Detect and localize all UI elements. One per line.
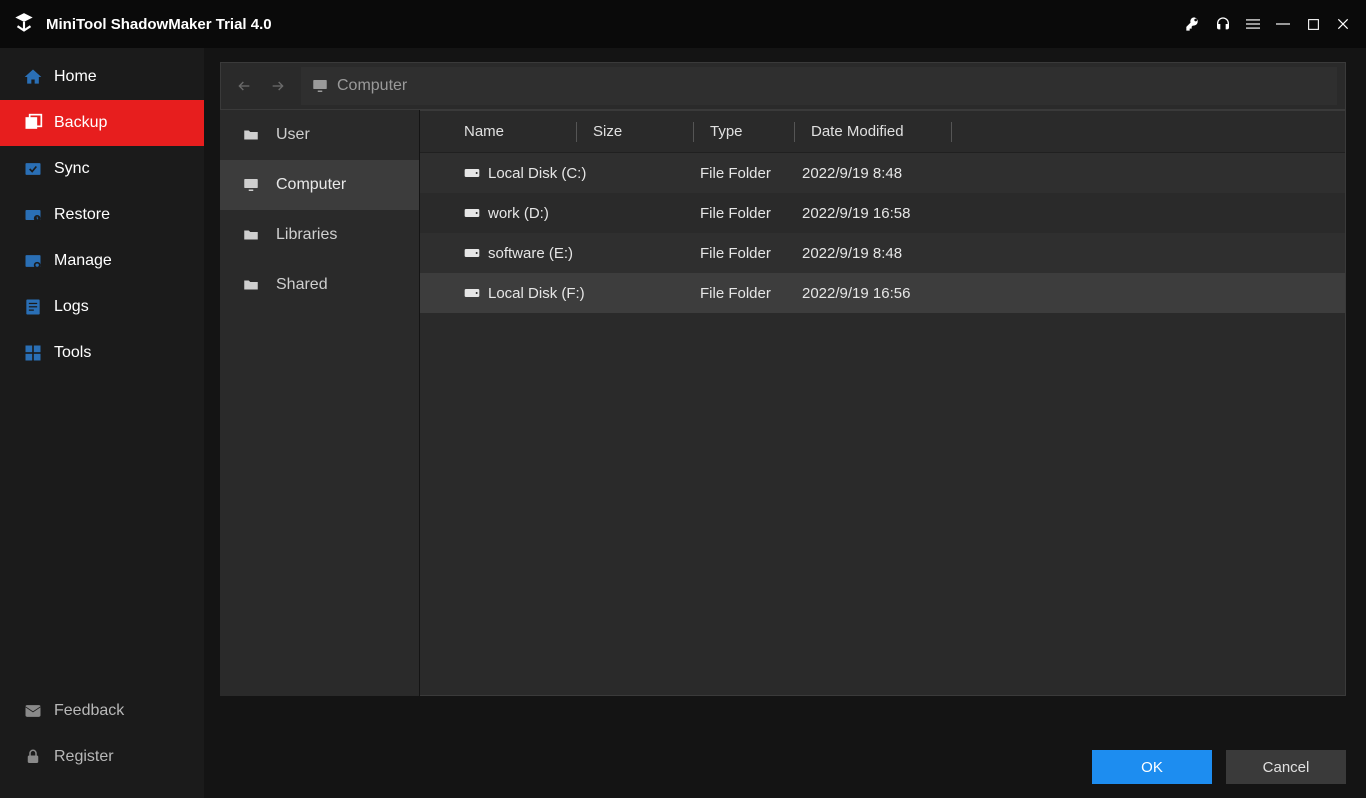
nav-forward-button[interactable] [261,69,295,103]
disk-icon [464,247,480,259]
logs-icon [22,296,44,318]
breadcrumb[interactable]: Computer [301,67,1337,105]
file-name: Local Disk (F:) [488,285,585,302]
location-label: User [276,126,310,144]
sidebar-item-label: Register [54,748,114,766]
file-date: 2022/9/19 8:48 [802,165,1345,182]
location-item-shared[interactable]: Shared [220,260,419,310]
file-type: File Folder [700,205,802,222]
location-item-libraries[interactable]: Libraries [220,210,419,260]
disk-icon [464,207,480,219]
file-list-header: Name Size Type Date Modified [420,111,1345,153]
disk-icon [464,167,480,179]
table-row[interactable]: software (E:) File Folder2022/9/19 8:48 [420,233,1345,273]
table-row[interactable]: work (D:) File Folder2022/9/19 16:58 [420,193,1345,233]
location-label: Libraries [276,226,337,244]
sidebar-item-restore[interactable]: Restore [0,192,204,238]
monitor-icon [311,77,329,95]
home-icon [22,66,44,88]
col-date[interactable]: Date Modified [811,123,951,140]
disk-icon [464,287,480,299]
file-date: 2022/9/19 16:58 [802,205,1345,222]
title-bar: MiniTool ShadowMaker Trial 4.0 [0,0,1366,48]
file-name: work (D:) [488,205,549,222]
feedback-icon [22,700,44,722]
minimize-button[interactable] [1270,11,1296,37]
monitor-icon [238,176,264,194]
tools-icon [22,342,44,364]
restore-icon [22,204,44,226]
location-item-computer[interactable]: Computer [220,160,419,210]
app-title: MiniTool ShadowMaker Trial 4.0 [46,16,272,33]
file-date: 2022/9/19 8:48 [802,245,1345,262]
backup-icon [22,112,44,134]
sidebar-item-tools[interactable]: Tools [0,330,204,376]
file-date: 2022/9/19 16:56 [802,285,1345,302]
path-bar: Computer [220,62,1346,110]
close-button[interactable] [1330,11,1356,37]
footer-buttons: OK Cancel [1092,750,1346,784]
sidebar-item-backup[interactable]: Backup [0,100,204,146]
headset-icon[interactable] [1210,11,1236,37]
menu-icon[interactable] [1240,11,1266,37]
folder-user-icon [238,126,264,144]
file-type: File Folder [700,245,802,262]
file-name: software (E:) [488,245,573,262]
nav-back-button[interactable] [227,69,261,103]
manage-icon [22,250,44,272]
file-name: Local Disk (C:) [488,165,586,182]
sidebar-item-label: Manage [54,252,112,270]
sidebar-item-label: Home [54,68,97,86]
file-type: File Folder [700,285,802,302]
sidebar-item-label: Backup [54,114,107,132]
sidebar-item-label: Logs [54,298,89,316]
cancel-button[interactable]: Cancel [1226,750,1346,784]
breadcrumb-label: Computer [337,77,407,95]
sidebar-item-label: Sync [54,160,90,178]
sidebar-item-home[interactable]: Home [0,54,204,100]
file-type: File Folder [700,165,802,182]
sidebar-item-label: Feedback [54,702,124,720]
content-area: Computer User Computer [204,48,1366,798]
sidebar-item-feedback[interactable]: Feedback [0,688,204,734]
col-size[interactable]: Size [593,123,693,140]
sync-icon [22,158,44,180]
file-list: Name Size Type Date Modified Local Disk … [420,110,1346,696]
col-type[interactable]: Type [710,123,794,140]
lock-icon [22,746,44,768]
sidebar: Home Backup Sync Restore Manage [0,48,204,798]
folder-icon [238,226,264,244]
sidebar-item-label: Tools [54,344,91,362]
sidebar-item-manage[interactable]: Manage [0,238,204,284]
table-row[interactable]: Local Disk (F:) File Folder2022/9/19 16:5… [420,273,1345,313]
app-logo-icon [10,10,38,38]
sidebar-item-sync[interactable]: Sync [0,146,204,192]
key-icon[interactable] [1180,11,1206,37]
sidebar-item-label: Restore [54,206,110,224]
sidebar-item-logs[interactable]: Logs [0,284,204,330]
col-name[interactable]: Name [420,123,576,140]
sidebar-item-register[interactable]: Register [0,734,204,780]
table-row[interactable]: Local Disk (C:) File Folder2022/9/19 8:48 [420,153,1345,193]
folder-icon [238,276,264,294]
location-label: Computer [276,176,346,194]
maximize-button[interactable] [1300,11,1326,37]
ok-button[interactable]: OK [1092,750,1212,784]
location-panel: User Computer Libraries [220,110,420,696]
location-label: Shared [276,276,328,294]
location-item-user[interactable]: User [220,110,419,160]
